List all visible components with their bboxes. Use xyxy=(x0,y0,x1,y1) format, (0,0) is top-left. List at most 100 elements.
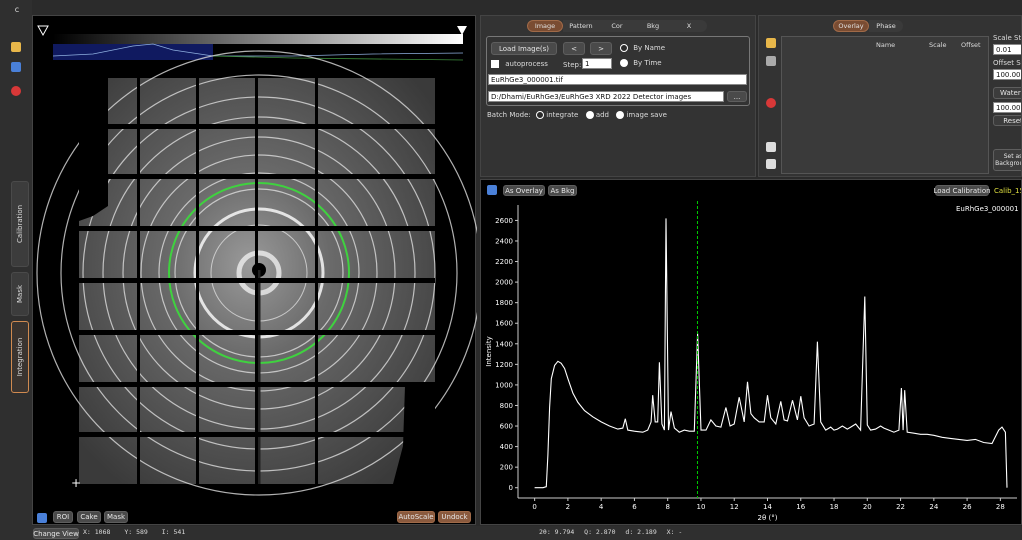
batch-image-save-radio[interactable] xyxy=(616,111,625,119)
autoprocess-checkbox[interactable] xyxy=(491,60,499,68)
tab-x[interactable]: X xyxy=(671,20,707,32)
y-axis-label: Intensity xyxy=(485,336,493,366)
batch-integrate-radio[interactable] xyxy=(536,111,545,119)
next-image-button[interactable]: > xyxy=(590,42,612,55)
by-time-radio[interactable] xyxy=(620,59,628,67)
image-view[interactable]: + ROI Cake Mask AutoScale Undock xyxy=(32,15,477,526)
tab-image[interactable]: Image xyxy=(527,20,563,32)
overlay-folder-icon[interactable] xyxy=(766,38,776,48)
cake-button[interactable]: Cake xyxy=(77,511,101,523)
tth-value: 9.794 xyxy=(554,528,575,536)
tab-mask[interactable]: Mask xyxy=(11,272,29,316)
y-tick-label: 800 xyxy=(500,402,513,410)
by-time-option[interactable]: By Time xyxy=(620,59,662,67)
col-scale[interactable]: Scale xyxy=(929,41,947,49)
change-view-button[interactable]: Change View xyxy=(33,528,79,539)
by-time-label: By Time xyxy=(633,59,662,67)
save-icon[interactable] xyxy=(11,62,21,72)
xr-label: X: xyxy=(666,528,675,536)
move-down-icon[interactable] xyxy=(766,159,776,169)
waterfall-button[interactable]: Waterfall xyxy=(993,87,1021,99)
y-tick-label: 1800 xyxy=(495,299,513,307)
y-tick-label: 0 xyxy=(509,484,513,492)
autoprocess-label: autoprocess xyxy=(505,60,548,68)
y-tick-label: 1200 xyxy=(495,361,513,369)
mask-button[interactable]: Mask xyxy=(104,511,128,523)
y-tick-label: 1000 xyxy=(495,381,513,389)
overlay-delete-icon[interactable] xyxy=(766,56,776,66)
x-tick-label: 14 xyxy=(763,503,772,511)
left-sidebar: c Calibration Mask Integration xyxy=(0,0,32,540)
x-tick-label: 20 xyxy=(863,503,872,511)
tab-bkg[interactable]: Bkg xyxy=(635,20,671,32)
col-offset[interactable]: Offset xyxy=(961,41,981,49)
x-axis-label: 2θ (°) xyxy=(758,514,778,522)
tab-phase[interactable]: Phase xyxy=(869,20,903,32)
prev-image-button[interactable]: < xyxy=(563,42,585,55)
lut-min-handle[interactable] xyxy=(37,25,49,37)
overlay-panel: Overlay Phase Name Scale Offset Scale St… xyxy=(758,15,1022,177)
pattern-panel[interactable]: As Overlay As Bkg Load Calibration Calib… xyxy=(480,179,1022,525)
tab-integration[interactable]: Integration xyxy=(11,321,29,393)
x-tick-label: 24 xyxy=(929,503,938,511)
y-tick-label: 400 xyxy=(500,443,513,451)
col-name[interactable]: Name xyxy=(876,41,895,49)
histogram-line-green xyxy=(212,55,464,61)
folder-icon[interactable] xyxy=(11,42,21,52)
overlay-table[interactable]: Name Scale Offset xyxy=(781,36,989,174)
colorbar[interactable] xyxy=(53,34,463,44)
autoscale-button[interactable]: AutoScale xyxy=(397,511,435,523)
overlay-tabbar: Overlay Phase xyxy=(833,20,903,32)
autoprocess-option[interactable]: autoprocess xyxy=(491,60,548,68)
i-value: 541 xyxy=(173,528,186,536)
d-value: 2.189 xyxy=(637,528,657,536)
x-tick-label: 12 xyxy=(730,503,739,511)
load-images-button[interactable]: Load Image(s) xyxy=(491,42,557,55)
file-tabbar: Image Pattern Cor Bkg X xyxy=(527,20,707,32)
x-tick-label: 4 xyxy=(599,503,604,511)
x-tick-label: 10 xyxy=(697,503,706,511)
roi-button[interactable]: ROI xyxy=(53,511,73,523)
offset-step-field[interactable]: 100.00 xyxy=(993,69,1021,80)
waterfall-field[interactable]: 100.00 xyxy=(993,102,1021,113)
undock-button[interactable]: Undock xyxy=(438,511,471,523)
pattern-cursor-readout: 2θ: 9.794 Q: 2.870 d: 2.189 X: - xyxy=(539,528,682,536)
directory-field[interactable]: D:/Dhami/EuRhGe3/EuRhGe3 XRD 2022 Detect… xyxy=(488,91,724,102)
by-name-radio[interactable] xyxy=(620,44,628,52)
i-label: I: xyxy=(161,528,170,536)
tth-label: 2θ: xyxy=(539,528,551,536)
pattern-plot[interactable]: 0 2 4 6 8 10 12 14 16 18 20 22 24 26 28020040060080010… xyxy=(481,180,1022,525)
scale-step-field[interactable]: 0.01 xyxy=(993,44,1021,55)
y-tick-label: 2000 xyxy=(495,279,513,287)
y-label: Y: xyxy=(124,528,133,536)
by-name-option[interactable]: By Name xyxy=(620,44,665,52)
move-up-icon[interactable] xyxy=(766,142,776,152)
x-tick-label: 6 xyxy=(632,503,637,511)
reset-button[interactable]: Reset xyxy=(993,115,1021,126)
x-tick-label: 16 xyxy=(796,503,805,511)
lut-max-handle[interactable] xyxy=(457,26,467,35)
close-red-icon[interactable] xyxy=(11,86,21,96)
overlay-clear-icon[interactable] xyxy=(766,98,776,108)
batch-add-label: add xyxy=(595,111,610,119)
batch-add-radio[interactable] xyxy=(585,111,594,119)
crosshair-marker: + xyxy=(71,476,81,490)
tab-calibration[interactable]: Calibration xyxy=(11,181,29,267)
y-value: 589 xyxy=(136,528,148,536)
set-as-background-button[interactable]: Set as Background xyxy=(993,149,1021,171)
x-tick-label: 0 xyxy=(532,503,536,511)
image-canvas[interactable]: + xyxy=(33,16,477,526)
step-spinbox[interactable]: 1 xyxy=(582,58,612,69)
tab-cor[interactable]: Cor xyxy=(599,20,635,32)
browse-directory-button[interactable]: ... xyxy=(727,91,747,102)
x-value: 1068 xyxy=(94,528,111,536)
status-bar: Change View X: 1068 Y: 589 I: 541 2θ: 9.… xyxy=(0,526,1022,540)
tab-pattern[interactable]: Pattern xyxy=(563,20,599,32)
y-tick-label: 200 xyxy=(500,464,513,472)
filename-field[interactable]: EuRhGe3_000001.tif xyxy=(488,74,747,85)
sidebar-top-label: c xyxy=(14,5,20,14)
image-cursor-readout: X: 1068 Y: 589 I: 541 xyxy=(83,528,185,536)
image-save-icon[interactable] xyxy=(37,513,47,523)
tab-overlay[interactable]: Overlay xyxy=(833,20,869,32)
batch-integrate-label: integrate xyxy=(546,111,579,119)
